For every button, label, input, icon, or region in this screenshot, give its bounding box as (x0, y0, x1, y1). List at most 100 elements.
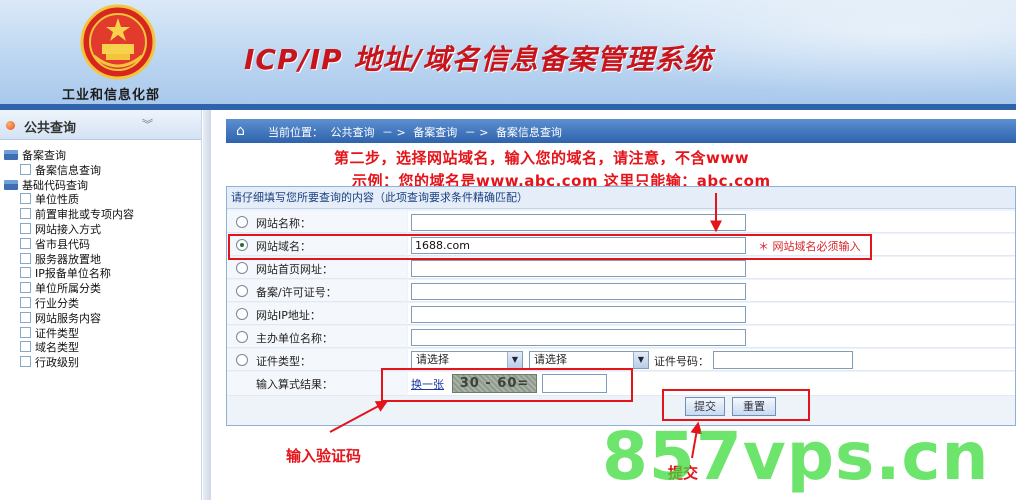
license-number-input[interactable] (411, 283, 746, 300)
cert-type-select-2[interactable]: 请选择 ▼ (529, 351, 649, 369)
label-cert-number: 证件号码： (654, 355, 709, 368)
label-ip-address: 网站IP地址： (256, 309, 321, 322)
ministry-name: 工业和信息化部 (62, 88, 161, 103)
sidebar-item[interactable]: 基础代码查询 (2, 179, 201, 194)
sidebar-item-label: 网站接入方式 (35, 222, 101, 236)
radio-license-number[interactable] (236, 285, 248, 297)
label-cert-type: 证件类型： (256, 355, 311, 368)
cert-type-select-1[interactable]: 请选择 ▼ (411, 351, 523, 369)
row-value-cell (408, 303, 1015, 325)
sidebar-item-label: 行政级别 (35, 356, 79, 370)
sidebar-item[interactable]: 服务器放置地 (2, 252, 201, 268)
bullet-icon (6, 121, 15, 130)
cert-number-input[interactable] (713, 351, 853, 369)
sidebar-item-label: 域名类型 (35, 341, 79, 355)
label-site-name: 网站名称： (256, 217, 311, 230)
radio-ip-address[interactable] (236, 308, 248, 320)
sidebar-item[interactable]: 域名类型 (2, 341, 201, 356)
sidebar-item[interactable]: 前置审批或专项内容 (2, 208, 201, 223)
row-value-cell (408, 280, 1015, 302)
row-ip-address: 网站IP地址： (227, 303, 1015, 325)
homepage-url-input[interactable] (411, 260, 746, 277)
sidebar-item[interactable]: 单位所属分类 (2, 282, 201, 297)
page-icon (20, 267, 31, 279)
page-icon (20, 282, 31, 294)
row-label-cell: 输入算式结果： (227, 372, 407, 396)
breadcrumb-prefix: 当前位置： (268, 126, 323, 139)
sidebar-header[interactable]: 公共查询 ︾ (0, 110, 201, 140)
page-icon (20, 163, 31, 175)
page-icon (20, 341, 31, 353)
sidebar-item[interactable]: 备案查询 (2, 149, 201, 164)
label-license-number: 备案/许可证号： (256, 286, 337, 299)
row-label-cell: 网站首页网址： (227, 257, 407, 279)
sidebar-item-label: 单位性质 (35, 193, 79, 207)
page-icon (20, 311, 31, 323)
page-icon (20, 252, 31, 264)
sidebar-item[interactable]: 网站服务内容 (2, 311, 201, 327)
sidebar-item[interactable]: 网站接入方式 (2, 222, 201, 238)
radio-cert-type[interactable] (236, 354, 248, 366)
row-sponsor-name: 主办单位名称： (227, 326, 1015, 348)
sidebar-item-label: IP报备单位名称 (35, 267, 111, 281)
radio-site-name[interactable] (236, 216, 248, 228)
chevron-down-icon: ▼ (633, 352, 648, 368)
sidebar-item-label: 备案查询 (22, 149, 66, 162)
page-icon (20, 296, 31, 308)
sidebar-title: 公共查询 (24, 121, 77, 136)
sidebar-item[interactable]: 行政级别 (2, 356, 201, 371)
site-header: 工业和信息化部 ICP/IP 地址/域名信息备案管理系统 (0, 0, 1016, 106)
breadcrumb-item[interactable]: 备案信息查询 (496, 126, 562, 139)
sidebar-item-label: 单位所属分类 (35, 282, 101, 296)
row-homepage-url: 网站首页网址： (227, 257, 1015, 279)
sidebar: 公共查询 ︾ 备案查询 备案信息查询 基础代码查询 单位性质 前置审批或专项内容 网站接入… (0, 110, 202, 500)
breadcrumb-item[interactable]: 备案查询 (413, 126, 457, 139)
annotation-captcha-hint: 输入验证码 (286, 447, 362, 465)
sidebar-item[interactable]: 备案信息查询 (2, 163, 201, 179)
sidebar-item[interactable]: IP报备单位名称 (2, 267, 201, 282)
annotation-step2: 第二步，选择网站域名，输入您的域名，请注意，不含www (334, 149, 750, 167)
breadcrumb-separator: － > (382, 126, 406, 139)
form-instructions: 请仔细填写您所要查询的内容（此项查询要求条件精确匹配） (227, 187, 1015, 209)
site-name-input[interactable] (411, 214, 746, 231)
page-icon (20, 222, 31, 234)
row-label-cell: 证件类型： (227, 349, 407, 371)
sidebar-item-label: 基础代码查询 (22, 178, 88, 192)
breadcrumb-separator: － > (464, 126, 489, 139)
label-sponsor-name: 主办单位名称： (256, 332, 333, 345)
breadcrumb: ⌂ 当前位置： 公共查询 － > 备案查询 － > 备案信息查询 (226, 119, 1016, 143)
row-label-cell: 网站名称： (227, 211, 407, 233)
system-title: ICP/IP 地址/域名信息备案管理系统 (244, 43, 713, 76)
label-captcha: 输入算式结果： (256, 378, 333, 391)
sidebar-item-label: 前置审批或专项内容 (35, 208, 134, 222)
sidebar-item[interactable]: 单位性质 (2, 193, 201, 208)
sidebar-item-label: 行业分类 (35, 296, 79, 310)
home-icon[interactable]: ⌂ (236, 123, 245, 139)
page-icon (20, 356, 31, 368)
sidebar-item[interactable]: 行业分类 (2, 296, 201, 312)
ip-address-input[interactable] (411, 306, 746, 323)
row-value-cell (408, 211, 1015, 233)
folder-icon (4, 179, 18, 190)
page-icon (20, 208, 31, 220)
radio-sponsor-name[interactable] (236, 331, 248, 343)
page-icon (20, 193, 31, 205)
sidebar-item-label: 备案信息查询 (35, 163, 101, 177)
select-value: 请选择 (416, 353, 449, 366)
sidebar-splitter[interactable] (203, 110, 211, 500)
chevron-down-icon[interactable]: ︾ (142, 116, 153, 132)
sponsor-name-input[interactable] (411, 329, 746, 346)
sidebar-item-label: 网站服务内容 (35, 311, 101, 325)
breadcrumb-item[interactable]: 公共查询 (331, 126, 375, 139)
folder-icon (4, 150, 18, 160)
sidebar-item[interactable]: 省市县代码 (2, 237, 201, 253)
breadcrumb-text: 当前位置： 公共查询 － > 备案查询 － > 备案信息查询 (268, 124, 566, 140)
sidebar-item-label: 证件类型 (35, 326, 79, 340)
highlight-buttons (662, 389, 810, 421)
chevron-down-icon: ▼ (507, 352, 522, 368)
row-license-number: 备案/许可证号： (227, 280, 1015, 302)
row-label-cell: 备案/许可证号： (227, 280, 407, 302)
sidebar-tree: 备案查询 备案信息查询 基础代码查询 单位性质 前置审批或专项内容 网站接入方式 省市县代码… (0, 140, 201, 371)
sidebar-item[interactable]: 证件类型 (2, 326, 201, 342)
radio-homepage-url[interactable] (236, 262, 248, 274)
